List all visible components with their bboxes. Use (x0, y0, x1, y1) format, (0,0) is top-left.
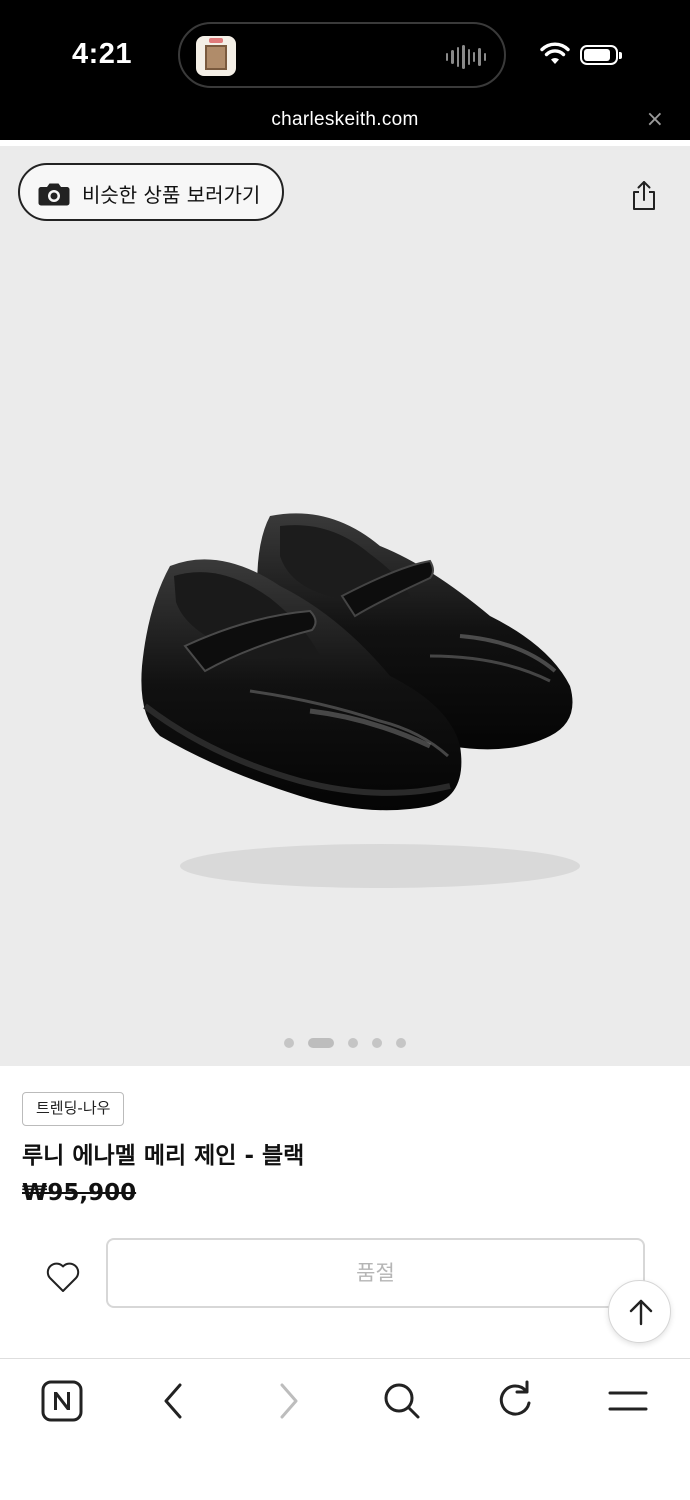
product-photo (141, 513, 580, 888)
arrow-up-icon (629, 1299, 653, 1326)
status-time: 4:21 (72, 38, 133, 70)
product-title: 루니 에나멜 메리 제인 - 블랙 (22, 1143, 305, 1169)
back-arrow-icon[interactable] (152, 1379, 196, 1423)
trend-tag: 트렌딩-나우 (22, 1092, 125, 1126)
product-image-carousel[interactable]: 비슷한 상품 보러가기 (0, 146, 690, 1066)
camera-icon (38, 183, 70, 206)
carousel-dot-active[interactable] (308, 1038, 334, 1048)
now-playing-thumbnail (196, 36, 236, 76)
status-bar: 4:21 (0, 0, 690, 104)
carousel-dot[interactable] (348, 1038, 358, 1048)
wifi-icon (540, 42, 570, 64)
audio-waveform-icon (446, 44, 486, 70)
product-price: ₩95,900 (22, 1180, 137, 1206)
similar-products-label: 비슷한 상품 보러가기 (82, 183, 261, 207)
menu-icon[interactable] (606, 1379, 650, 1423)
carousel-dot[interactable] (284, 1038, 294, 1048)
carousel-indicator (0, 1038, 690, 1048)
soldout-button[interactable]: 품절 (106, 1238, 645, 1308)
naver-home-icon[interactable] (40, 1379, 84, 1423)
heart-icon[interactable] (45, 1260, 81, 1294)
forward-arrow-icon[interactable] (266, 1379, 310, 1423)
carousel-dot[interactable] (396, 1038, 406, 1048)
share-icon[interactable] (630, 180, 658, 212)
url-text[interactable]: charleskeith.com (0, 109, 690, 131)
similar-products-button[interactable]: 비슷한 상품 보러가기 (18, 163, 284, 221)
refresh-icon[interactable] (493, 1379, 537, 1423)
carousel-dot[interactable] (372, 1038, 382, 1048)
close-icon[interactable]: × (646, 108, 664, 132)
battery-icon (580, 45, 622, 65)
search-icon[interactable] (380, 1379, 424, 1423)
url-bar[interactable]: charleskeith.com × (0, 104, 690, 140)
scroll-to-top-button[interactable] (608, 1280, 671, 1343)
browser-toolbar (0, 1358, 690, 1500)
dynamic-island[interactable] (178, 22, 506, 88)
